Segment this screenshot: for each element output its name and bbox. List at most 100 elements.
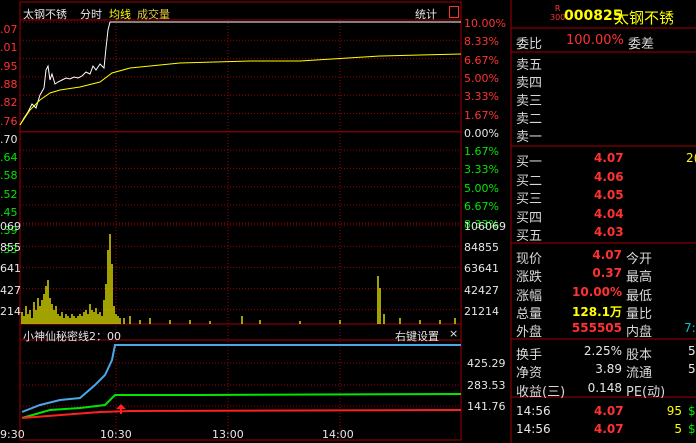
buy-row-volume: 2( (686, 151, 696, 165)
volume-tick: 21214 (464, 304, 499, 318)
up-arrow-icon (116, 404, 126, 414)
indicator-tick: 425.29 (467, 357, 506, 370)
stat-label: 股本 (626, 348, 653, 363)
stat-value: 555505 (571, 321, 622, 336)
percent-tick: 0.00% (464, 126, 499, 140)
stat-value: 2.25% (583, 344, 622, 358)
percent-tick: 1.67% (464, 145, 499, 159)
sell-row-label: 卖一 (516, 130, 543, 145)
buy-row-price: 4.05 (594, 188, 624, 202)
stat-value: 3.89 (595, 362, 622, 377)
sell-row-label: 卖四 (516, 76, 543, 91)
percent-tick: 3.33% (464, 163, 499, 177)
stat-label: 内盘 (626, 325, 653, 341)
price-tick: .64 (0, 151, 18, 165)
buy-row-label: 买一 (516, 155, 543, 170)
percent-tick: 6.67% (464, 53, 499, 67)
stat-label: 涨幅 (516, 288, 543, 304)
stat-value: 7: (684, 321, 696, 336)
stat-value: 128.1万 (572, 304, 622, 319)
volume-tick: 63641 (464, 262, 499, 276)
price-tick: .45 (0, 206, 18, 219)
tab-junxian[interactable]: 均线 (109, 6, 131, 22)
buy-row-price: 4.03 (594, 225, 624, 239)
buy-row-label: 买四 (516, 210, 543, 226)
indicator-title: 小神仙秘密线2：00 (23, 330, 121, 343)
volume-tick: 106069 (464, 220, 506, 233)
stat-label: 总量 (516, 306, 543, 322)
volume-tick: 427 (0, 283, 21, 297)
stock-name: 太钢不锈 (614, 9, 675, 27)
box-icon[interactable] (449, 6, 459, 18)
weibi-value: 100.00% (566, 33, 624, 48)
price-tick: .95 (0, 59, 18, 73)
sell-row-label: 卖二 (516, 112, 543, 127)
stat-label: 量比 (626, 306, 653, 322)
sell-row-label: 卖五 (516, 58, 543, 73)
volume-tick: 84855 (464, 241, 499, 255)
stat-label: 流通 (626, 366, 653, 382)
indicator-blue-line (21, 344, 461, 413)
price-tick: .76 (0, 114, 18, 128)
stat-value: 4.07 (592, 248, 622, 262)
sell-row-label: 卖三 (516, 94, 543, 109)
tick-price: 4.07 (594, 404, 624, 418)
tab-volume[interactable]: 成交量 (137, 6, 170, 22)
stat-label: 最低 (626, 288, 653, 304)
tick-price: 4.07 (594, 422, 624, 436)
time-tick: 14:00 (322, 428, 354, 441)
stat-label: 外盘 (516, 325, 543, 341)
stat-label: 净资 (516, 366, 543, 382)
weibi-label: 委比 (516, 37, 543, 52)
volume-tick: 214 (0, 304, 21, 318)
tick-flag: $ (688, 404, 696, 418)
intraday-chart[interactable] (0, 0, 696, 443)
percent-tick: 1.67% (464, 108, 499, 122)
tick-volume: 5 (674, 422, 682, 436)
price-tick: .70 (0, 132, 18, 146)
indicator-red-line (21, 409, 462, 419)
badge-icon: R 300 (550, 4, 566, 22)
percent-tick: 6.67% (464, 200, 499, 213)
stat-label: 涨跌 (516, 270, 543, 286)
stat-value: 10.00% (572, 284, 622, 299)
buy-row-price: 4.04 (594, 206, 624, 221)
indicator-tick: 283.53 (467, 379, 506, 392)
buy-row-label: 买三 (516, 192, 543, 207)
price-tick: .82 (0, 96, 18, 110)
buy-row-label: 买五 (516, 229, 543, 244)
stat-label: 最高 (626, 270, 653, 286)
volume-tick: 069 (0, 220, 21, 233)
indicator-tick: 141.76 (467, 400, 506, 413)
stat-value: 5 (688, 362, 696, 377)
indicator-settings[interactable]: 右键设置 (395, 328, 439, 344)
stat-value: 0.148 (587, 380, 622, 395)
price-line (19, 21, 461, 126)
stat-label: 换手 (516, 348, 543, 363)
stat-label: PE(动) (626, 384, 666, 400)
chart-stock-name: 太钢不锈 (23, 8, 67, 21)
stat-value: 0.37 (592, 266, 622, 281)
weicha-label: 委差 (628, 37, 655, 52)
percent-tick: 5.00% (464, 71, 499, 85)
price-tick: .52 (0, 187, 18, 201)
stat-label: 今开 (626, 252, 653, 267)
time-tick: 13:00 (212, 428, 244, 441)
tick-flag: $ (688, 422, 696, 436)
buy-row-price: 4.06 (594, 169, 624, 184)
tick-volume: 95 (666, 404, 682, 418)
volume-tick: 855 (0, 241, 21, 255)
tab-fenshi[interactable]: 分时 (80, 6, 102, 22)
stats-button[interactable]: 统计 (415, 6, 437, 22)
price-tick: .58 (0, 169, 18, 183)
percent-tick: 8.33% (464, 35, 499, 49)
time-tick: 10:30 (100, 428, 132, 441)
tick-time: 14:56 (516, 404, 551, 418)
chart-frame (19, 1, 462, 441)
average-line (19, 53, 462, 126)
percent-tick: 10.00% (464, 17, 506, 30)
stat-value: 5 (688, 344, 696, 358)
buy-row-price: 4.07 (594, 151, 624, 165)
price-tick: .88 (0, 77, 18, 91)
indicator-close-icon[interactable]: × (449, 327, 458, 340)
